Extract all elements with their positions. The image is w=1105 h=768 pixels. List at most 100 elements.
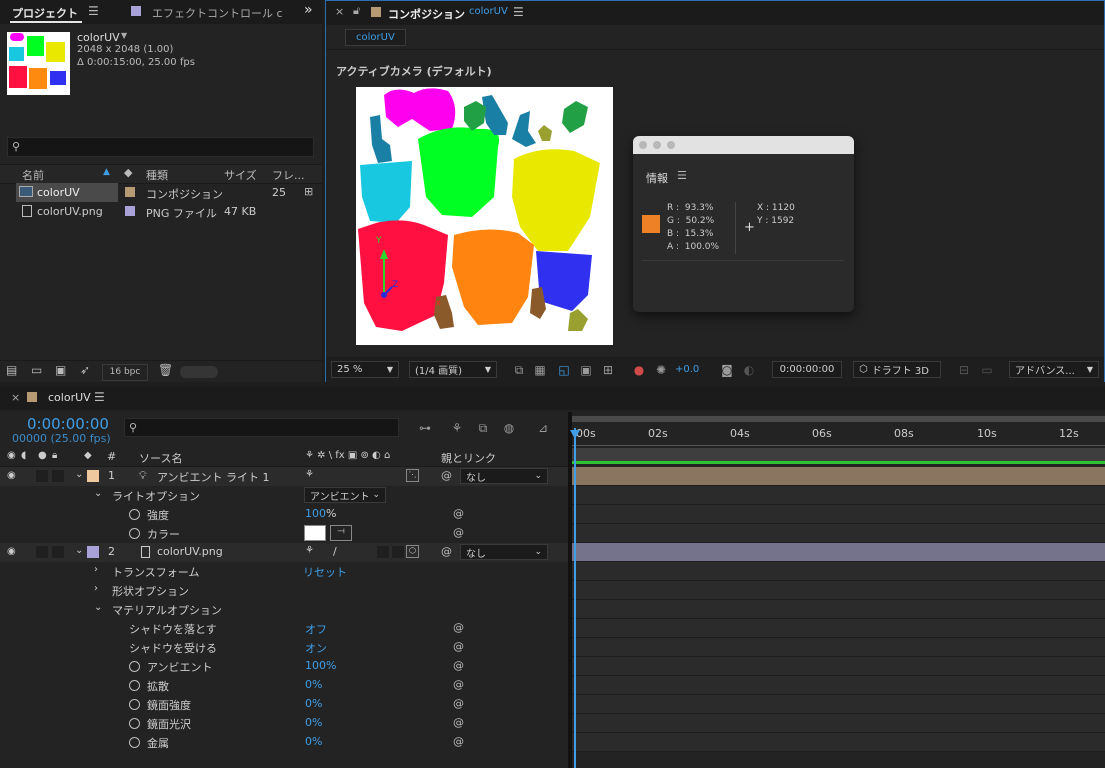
chevron-right-icon[interactable]: › xyxy=(94,583,98,594)
lock-box[interactable] xyxy=(52,470,64,482)
prop-value[interactable]: 0% xyxy=(305,735,322,748)
color-row[interactable]: カラー ⟞ @ xyxy=(0,524,568,543)
expression-pickwhip-icon[interactable]: @ xyxy=(453,640,464,653)
shy-switch-icon[interactable]: ⚘ xyxy=(305,545,314,556)
playhead-handle[interactable] xyxy=(570,430,580,439)
expression-pickwhip-icon[interactable]: @ xyxy=(453,507,464,520)
expression-pickwhip-icon[interactable]: @ xyxy=(453,621,464,634)
track-layer-2[interactable] xyxy=(572,543,1105,562)
prop-value[interactable]: 0% xyxy=(305,678,322,691)
quality-switch-icon[interactable]: / xyxy=(333,545,337,558)
stopwatch-icon[interactable] xyxy=(129,528,140,539)
comp-tab[interactable]: colorUV xyxy=(345,29,406,46)
solo-switch-icon[interactable]: ● xyxy=(38,450,47,461)
snapshot-icon[interactable]: ◙ xyxy=(719,362,735,378)
pickwhip-icon[interactable]: @ xyxy=(441,545,452,558)
col-size[interactable]: サイズ xyxy=(224,167,257,183)
eyedropper-icon[interactable]: ⟞ xyxy=(330,525,352,541)
switch-box[interactable] xyxy=(377,546,389,558)
panel-overflow-icon[interactable]: » xyxy=(304,2,313,18)
panel-menu-icon[interactable]: ☰ xyxy=(94,390,105,404)
3d-cube-icon[interactable]: ⋱ xyxy=(406,469,419,482)
new-composition-icon[interactable]: ▣ xyxy=(55,363,66,377)
stopwatch-icon[interactable] xyxy=(129,661,140,672)
panel-menu-icon[interactable]: ☰ xyxy=(513,5,524,19)
expression-pickwhip-icon[interactable]: @ xyxy=(453,659,464,672)
visibility-eye-icon[interactable]: ◉ xyxy=(7,546,16,557)
prop-value[interactable]: 0% xyxy=(305,716,322,729)
intensity-row[interactable]: 強度 100 % @ xyxy=(0,505,568,524)
stopwatch-icon[interactable] xyxy=(129,680,140,691)
close-icon[interactable]: × xyxy=(11,391,20,404)
view-layout-icon[interactable]: ▭ xyxy=(979,362,995,378)
stopwatch-icon[interactable] xyxy=(129,699,140,710)
intensity-value[interactable]: 100 xyxy=(305,507,326,520)
grid-guides-icon[interactable]: ⊞ xyxy=(600,362,616,378)
prop-row-accept-shadows[interactable]: シャドウを受ける オン @ xyxy=(0,638,568,657)
expression-pickwhip-icon[interactable]: @ xyxy=(453,526,464,539)
timeline-tab[interactable]: colorUV xyxy=(48,391,91,404)
project-search-input[interactable]: ⚲ xyxy=(7,137,314,157)
lock-icon[interactable]: 🔓︎ xyxy=(353,4,360,18)
draft-3d-icon[interactable]: ⚘ xyxy=(449,420,465,436)
switch-box[interactable] xyxy=(392,546,404,558)
trash-icon[interactable]: 🗑︎ xyxy=(158,363,173,377)
show-snapshot-icon[interactable]: ◐ xyxy=(741,362,757,378)
chevron-down-icon[interactable]: ⌄ xyxy=(75,545,83,556)
shy-switch-icon[interactable]: ⚘ xyxy=(305,469,314,480)
renderer-dropdown[interactable]: アドバンス... ▼ xyxy=(1009,361,1099,378)
comp-mini-flowchart-icon[interactable]: ⊶ xyxy=(417,420,433,436)
timeline-search-input[interactable]: ⚲ xyxy=(124,418,399,437)
prop-row-diffuse[interactable]: 拡散 0% @ xyxy=(0,676,568,695)
layer-label-color[interactable] xyxy=(87,470,99,482)
stopwatch-icon[interactable] xyxy=(129,718,140,729)
col-frame[interactable]: フレ... xyxy=(272,167,305,183)
chevron-down-icon[interactable]: ⌄ xyxy=(75,469,83,480)
label-tag-icon[interactable]: ◆ xyxy=(124,166,132,179)
lock-box[interactable] xyxy=(52,546,64,558)
new-folder-icon[interactable]: ▭ xyxy=(31,363,42,377)
material-row[interactable]: ⌄ マテリアルオプション xyxy=(0,600,568,619)
expression-pickwhip-icon[interactable]: @ xyxy=(453,697,464,710)
light-options-row[interactable]: ⌄ ライトオプション アンビエント ⌄ xyxy=(0,486,568,505)
project-item-colorUV-png[interactable]: colorUV.png PNG ファイル 47 KB xyxy=(0,202,322,221)
panel-menu-icon[interactable]: ☰ xyxy=(88,4,99,18)
chevron-down-icon[interactable]: ⌄ xyxy=(94,488,102,499)
expression-pickwhip-icon[interactable]: @ xyxy=(453,716,464,729)
color-channels-icon[interactable]: ● xyxy=(631,362,647,378)
current-time-field[interactable]: 0:00:00:00 xyxy=(772,361,842,378)
video-switch-icon[interactable]: ◉ xyxy=(7,450,16,461)
zoom-dropdown[interactable]: 25 % ▼ xyxy=(331,361,399,378)
parent-dropdown[interactable]: なし ⌄ xyxy=(460,468,548,484)
graph-editor-icon[interactable]: ⊿ xyxy=(535,420,551,436)
window-close-dot[interactable] xyxy=(639,141,647,149)
prop-row-cast-shadows[interactable]: シャドウを落とす オフ @ xyxy=(0,619,568,638)
playhead[interactable] xyxy=(574,428,576,768)
work-area-bar[interactable] xyxy=(572,416,1105,422)
col-type[interactable]: 種類 xyxy=(146,167,168,183)
exposure-value[interactable]: +0.0 xyxy=(675,364,699,375)
lock-switch-icon[interactable]: 🔒︎ xyxy=(52,450,57,461)
prop-value[interactable]: 0% xyxy=(305,697,322,710)
layer-name[interactable]: colorUV.png xyxy=(157,545,223,558)
col-parent-link[interactable]: 親とリンク xyxy=(441,450,496,466)
prop-value[interactable]: 100% xyxy=(305,659,336,672)
project-scrollbar[interactable] xyxy=(180,366,218,378)
motion-blur-icon[interactable]: ◍ xyxy=(501,420,517,436)
prop-value[interactable]: オン xyxy=(305,640,327,656)
transparency-grid-icon[interactable]: ▦ xyxy=(532,362,548,378)
window-zoom-dot[interactable] xyxy=(667,141,675,149)
col-source-name[interactable]: ソース名 xyxy=(139,450,182,466)
light-type-dropdown[interactable]: アンビエント ⌄ xyxy=(304,487,386,503)
tab-effect-controls[interactable]: エフェクトコントロール c xyxy=(152,5,283,21)
transform-row[interactable]: › トランスフォーム リセット xyxy=(0,562,568,581)
prop-row-specular-shininess[interactable]: 鏡面光沢 0% @ xyxy=(0,714,568,733)
chevron-down-icon[interactable]: ⌄ xyxy=(94,602,102,613)
render-queue-icon[interactable]: ➶ xyxy=(80,363,90,377)
solo-box[interactable] xyxy=(36,546,48,558)
fast-preview-icon[interactable]: ⧉ xyxy=(511,362,527,378)
mask-visibility-icon[interactable]: ◱ xyxy=(556,362,572,378)
solo-box[interactable] xyxy=(36,470,48,482)
comp-name[interactable]: colorUV xyxy=(77,31,120,44)
expression-pickwhip-icon[interactable]: @ xyxy=(453,735,464,748)
